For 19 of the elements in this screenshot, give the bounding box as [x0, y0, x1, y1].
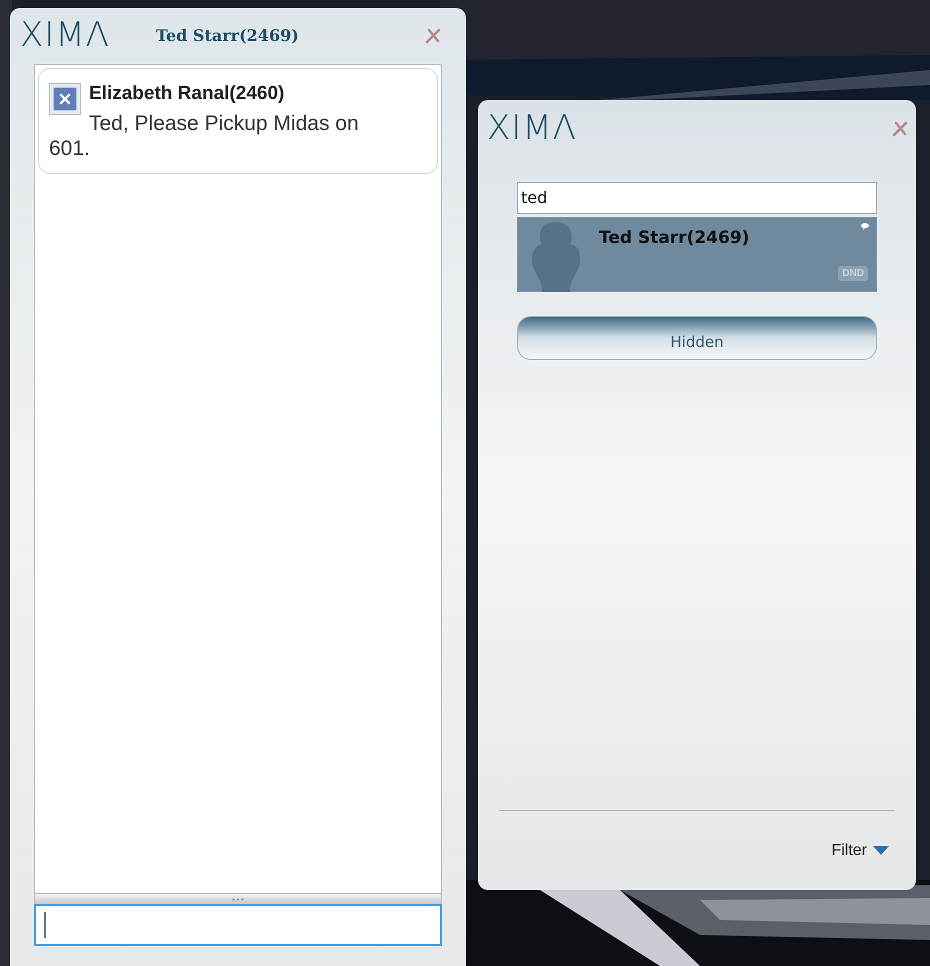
message-input[interactable]	[34, 904, 442, 946]
text-cursor	[44, 912, 46, 938]
group-button[interactable]: Hidden	[517, 316, 877, 360]
close-icon[interactable]	[49, 83, 81, 115]
close-icon[interactable]	[424, 27, 442, 45]
chat-bubble-icon[interactable]	[860, 222, 870, 231]
grip-icon[interactable]	[232, 898, 244, 900]
window-title: Ted Starr(2469)	[156, 25, 299, 47]
filter-button[interactable]: Filter	[831, 838, 889, 862]
contact-name: Ted Starr(2469)	[599, 227, 750, 250]
caret-icon	[873, 846, 889, 855]
message-sender: Elizabeth Ranal(2460)	[89, 82, 284, 106]
search-field[interactable]: ted	[517, 182, 877, 214]
logo: XIMΛ	[20, 15, 110, 55]
contact-row[interactable]: Ted Starr(2469) DND	[517, 217, 877, 292]
close-icon[interactable]	[891, 120, 909, 138]
logo: XIMΛ	[487, 108, 577, 148]
status-badge: DND	[838, 266, 868, 281]
message-text: Ted, Please Pickup Midas on 601.	[49, 111, 360, 161]
